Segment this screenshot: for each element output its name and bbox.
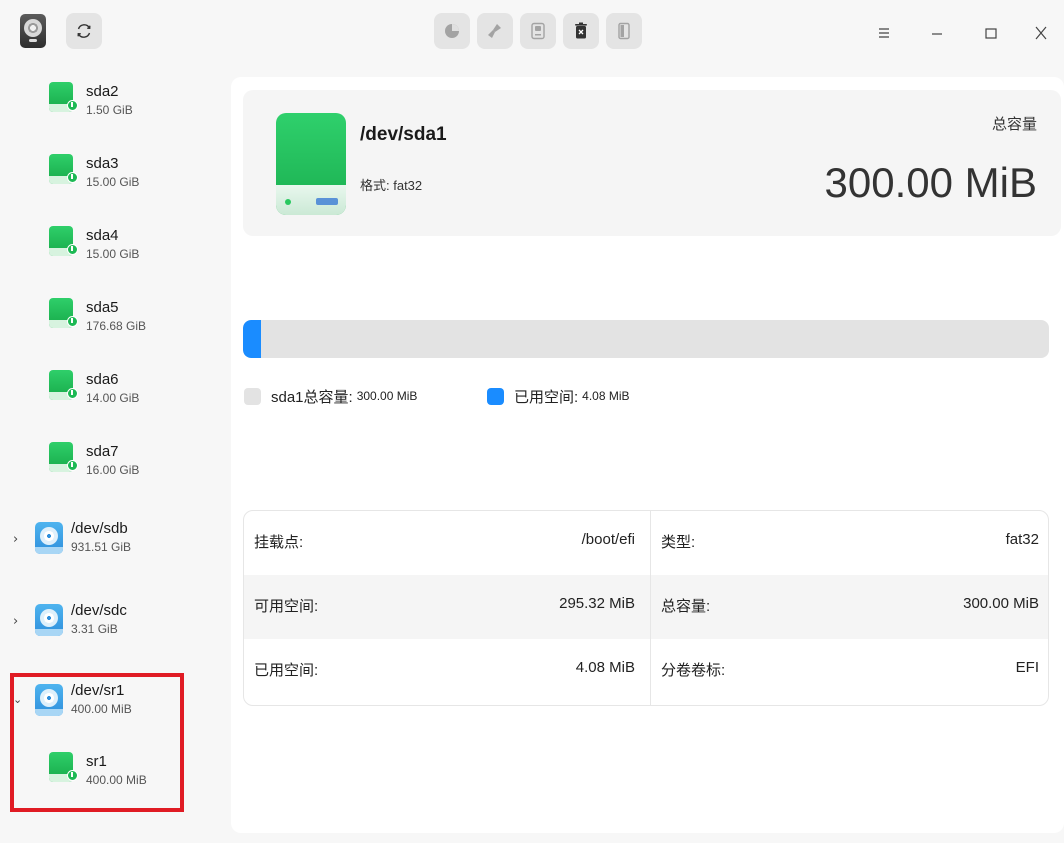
property-label: 类型:	[661, 534, 696, 551]
sidebar-item-dev-sdb[interactable]: › /dev/sdb 931.51 GiB	[0, 512, 220, 576]
legend-total-label: sda1总容量:	[271, 388, 353, 406]
partition-disk-icon	[49, 82, 78, 114]
minimize-button[interactable]	[921, 18, 953, 48]
partition-name: sda3	[86, 155, 119, 172]
partition-properties-table: 挂载点: /boot/efi 类型: fat32 可用空间: 295.32 Mi…	[243, 510, 1049, 706]
optical-disk-icon	[35, 522, 63, 554]
partition-size: 15.00 GiB	[86, 175, 140, 189]
property-value: 295.32 MiB	[559, 595, 635, 612]
legend-used-value: 4.08 MiB	[582, 389, 630, 403]
device-sidebar: sda2 1.50 GiB sda3 15.00 GiB sda4 15.00 …	[0, 66, 220, 843]
sidebar-item-sda4[interactable]: sda4 15.00 GiB	[0, 220, 220, 284]
total-capacity-label: 总容量	[991, 116, 1037, 133]
partition-detail-panel: /dev/sda1 格式: fat32 总容量 300.00 MiB sda1总…	[231, 77, 1064, 833]
property-label: 挂载点:	[254, 534, 304, 551]
partition-size: 14.00 GiB	[86, 391, 140, 405]
property-value: /boot/efi	[581, 531, 635, 548]
table-row: 挂载点: /boot/efi 类型: fat32	[244, 511, 1048, 575]
property-value: EFI	[1015, 659, 1039, 676]
partition-name: sda2	[86, 83, 119, 100]
partition-size: 176.68 GiB	[86, 319, 147, 333]
partition-disk-icon	[49, 370, 78, 402]
property-label: 可用空间:	[254, 598, 319, 615]
legend-used-swatch	[487, 387, 504, 405]
partition-name: sda7	[86, 443, 119, 460]
unmount-icon	[575, 22, 587, 39]
usage-bar	[243, 320, 1049, 358]
menu-button[interactable]	[868, 18, 900, 48]
partition-disk-icon	[49, 442, 78, 474]
sidebar-item-sda2[interactable]: sda2 1.50 GiB	[0, 76, 220, 140]
table-row: 已用空间: 4.08 MiB 分卷卷标: EFI	[244, 639, 1048, 703]
sidebar-item-sda3[interactable]: sda3 15.00 GiB	[0, 148, 220, 212]
mount-icon	[531, 22, 545, 40]
refresh-button[interactable]	[66, 13, 102, 49]
partition-disk-icon	[276, 113, 346, 215]
legend-used: 已用空间: 4.08 MiB	[487, 385, 630, 407]
optical-disk-icon	[35, 604, 63, 636]
partition-disk-icon	[49, 154, 78, 186]
highlight-box	[10, 673, 184, 812]
sidebar-item-sda7[interactable]: sda7 16.00 GiB	[0, 436, 220, 500]
property-value: 300.00 MiB	[963, 595, 1039, 612]
partition-info-card: /dev/sda1 格式: fat32 总容量 300.00 MiB	[243, 90, 1061, 236]
partition-disk-icon	[49, 226, 78, 258]
device-path: /dev/sda1	[360, 124, 447, 145]
sidebar-item-sda6[interactable]: sda6 14.00 GiB	[0, 364, 220, 428]
legend-total: sda1总容量: 300.00 MiB	[244, 385, 417, 407]
property-label: 分卷卷标:	[661, 662, 726, 679]
disk-utility-app-icon	[20, 14, 46, 48]
total-capacity-value: 300.00 MiB	[824, 159, 1037, 206]
unmount-button[interactable]	[563, 13, 599, 49]
sidebar-item-dev-sdc[interactable]: › /dev/sdc 3.31 GiB	[0, 594, 220, 658]
title-bar	[0, 0, 1064, 66]
partition-size: 15.00 GiB	[86, 247, 140, 261]
table-row: 可用空间: 295.32 MiB 总容量: 300.00 MiB	[244, 575, 1048, 639]
chevron-right-icon[interactable]: ›	[13, 615, 25, 628]
property-label: 总容量:	[661, 598, 711, 615]
device-size: 931.51 GiB	[71, 540, 132, 554]
wipe-button[interactable]	[477, 13, 513, 49]
filesystem-format: 格式: fat32	[360, 178, 423, 193]
resize-button[interactable]	[606, 13, 642, 49]
property-value: 4.08 MiB	[575, 659, 635, 676]
device-name: /dev/sdb	[71, 520, 128, 537]
property-value: fat32	[1005, 531, 1039, 548]
usage-bar-fill	[243, 320, 261, 358]
mount-button[interactable]	[520, 13, 556, 49]
legend-total-value: 300.00 MiB	[356, 389, 418, 403]
partition-name: sda6	[86, 371, 119, 388]
partition-name: sda5	[86, 299, 119, 316]
maximize-icon	[985, 28, 997, 39]
partition-name: sda4	[86, 227, 119, 244]
close-icon	[1035, 26, 1047, 40]
minimize-icon	[932, 33, 942, 35]
wipe-icon	[488, 24, 501, 38]
chevron-right-icon[interactable]: ›	[13, 533, 25, 546]
partition-icon	[445, 24, 459, 38]
menu-icon	[879, 28, 889, 38]
legend-total-swatch	[244, 387, 261, 405]
partition-disk-icon	[49, 298, 78, 330]
partition-size: 1.50 GiB	[86, 103, 133, 117]
maximize-button[interactable]	[975, 18, 1007, 48]
refresh-icon	[77, 24, 91, 38]
column-divider	[650, 511, 651, 705]
close-button[interactable]	[1025, 18, 1057, 48]
device-size: 3.31 GiB	[71, 622, 118, 636]
sidebar-item-sda5[interactable]: sda5 176.68 GiB	[0, 292, 220, 356]
property-label: 已用空间:	[254, 662, 319, 679]
partition-button[interactable]	[434, 13, 470, 49]
resize-icon	[618, 22, 630, 40]
partition-size: 16.00 GiB	[86, 463, 140, 477]
legend-used-label: 已用空间:	[514, 388, 579, 406]
device-name: /dev/sdc	[71, 602, 127, 619]
